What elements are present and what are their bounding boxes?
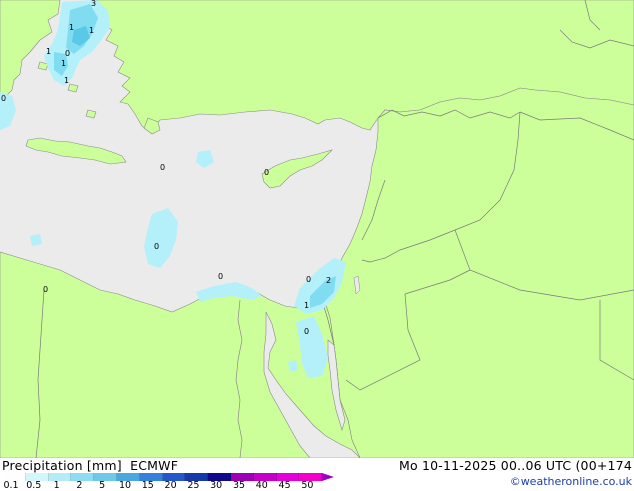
- map-value-label: 3: [91, 0, 97, 8]
- map-value-label: 0: [154, 242, 160, 251]
- credit-link[interactable]: ©weatheronline.co.uk: [510, 475, 632, 488]
- map-value-label: 1: [46, 47, 52, 56]
- colorbar-segment: [48, 473, 72, 481]
- map-value-label: 1: [61, 59, 67, 68]
- map-value-label: 2: [326, 276, 332, 285]
- colorbar-arrow: [322, 473, 335, 481]
- map-value-label: 0: [218, 272, 224, 281]
- map-value-label: 0: [264, 168, 270, 177]
- colorbar-segment: [71, 473, 95, 481]
- map-value-label: 0: [160, 163, 166, 172]
- map-value-label: 0: [43, 285, 49, 294]
- colorbar-segment: [94, 473, 117, 481]
- map-value-label: 0: [306, 275, 312, 284]
- map-value-label: 1: [64, 76, 70, 85]
- map-value-label: 0: [304, 327, 310, 336]
- footer-bar: Precipitation [mm] ECMWF Mo 10-11-2025 0…: [0, 458, 634, 491]
- precipitation-map: 3 1 1 1 1 1 0 0 0 0 0 0 0 0 2 1 0: [0, 0, 634, 458]
- map-value-label: 1: [304, 301, 310, 310]
- precip-small-b: [30, 234, 42, 246]
- map-value-label: 0: [1, 94, 7, 103]
- map-canvas: [0, 0, 634, 458]
- map-value-label: 0: [65, 49, 71, 58]
- map-value-label: 1: [69, 23, 75, 32]
- forecast-datetime: Mo 10-11-2025 00..06 UTC (00+174: [398, 458, 632, 473]
- legend-title: Precipitation [mm] ECMWF: [2, 458, 179, 473]
- map-value-label: 1: [89, 26, 95, 35]
